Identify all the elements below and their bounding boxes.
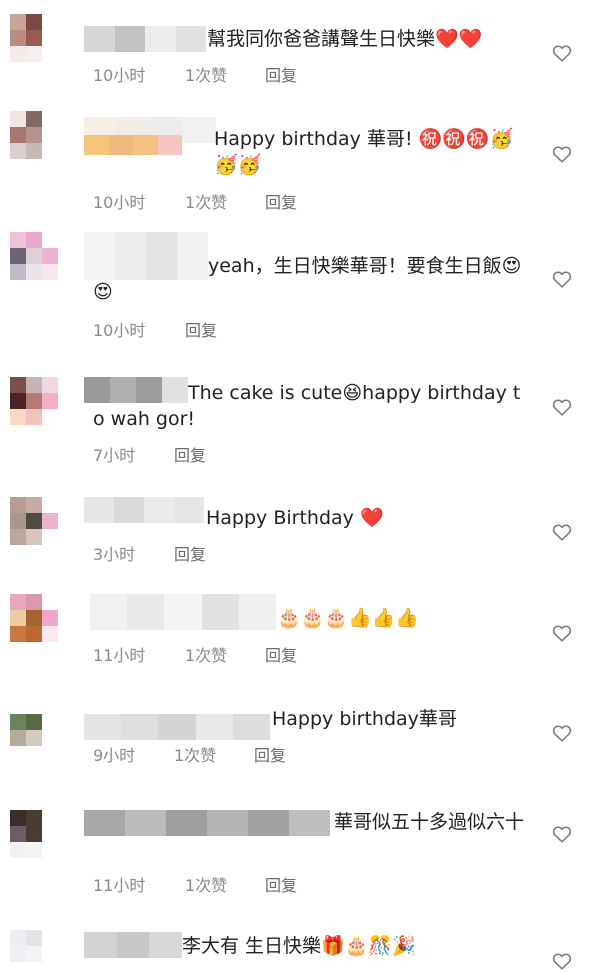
- reply-button[interactable]: 回复: [185, 317, 217, 341]
- reply-button[interactable]: 回复: [265, 642, 297, 666]
- heart-outline-icon[interactable]: [551, 722, 573, 744]
- avatar[interactable]: [10, 497, 58, 545]
- comment-time: 11小时: [93, 876, 146, 895]
- comment-meta: 10小时 回复: [93, 317, 217, 341]
- comment-time: 11小时: [93, 646, 146, 665]
- comment-time: 3小时: [93, 545, 136, 564]
- heart-outline-icon[interactable]: [551, 950, 573, 972]
- avatar[interactable]: [10, 377, 58, 425]
- username-blurred[interactable]: [84, 26, 206, 52]
- comment-text: Happy Birthday ❤️: [206, 507, 384, 529]
- comment-meta: 11小时 1次赞 回复: [93, 872, 297, 896]
- avatar[interactable]: [10, 111, 58, 159]
- comment-text: Happy birthday華哥: [272, 708, 457, 730]
- comment-text: 李大有 生日快樂🎁🎂🎊🎉: [182, 935, 416, 957]
- username-blurred[interactable]: [84, 714, 270, 740]
- comment-meta: 11小时 1次赞 回复: [93, 642, 297, 666]
- comment-meta: 10小时 1次赞 回复: [93, 62, 297, 86]
- avatar[interactable]: [10, 594, 58, 642]
- reply-button[interactable]: 回复: [265, 189, 297, 213]
- avatar[interactable]: [10, 714, 58, 762]
- reply-button[interactable]: 回复: [265, 872, 297, 896]
- heart-outline-icon[interactable]: [551, 521, 573, 543]
- heart-outline-icon[interactable]: [551, 42, 573, 64]
- comment-time: 10小时: [93, 193, 146, 212]
- comment-meta: 7小时 回复: [93, 442, 206, 466]
- heart-outline-icon[interactable]: [551, 622, 573, 644]
- avatar[interactable]: [10, 14, 58, 62]
- comment-text: 幫我同你爸爸講聲生日快樂❤️❤️: [207, 28, 483, 50]
- reply-button[interactable]: 回复: [254, 742, 286, 766]
- like-count: 1次赞: [185, 66, 228, 85]
- avatar[interactable]: [10, 810, 58, 858]
- avatar[interactable]: [10, 232, 58, 280]
- comment-time: 10小时: [93, 321, 146, 340]
- avatar[interactable]: [10, 930, 58, 970]
- like-count: 1次赞: [174, 746, 217, 765]
- like-count: 1次赞: [185, 193, 228, 212]
- like-count: 1次赞: [185, 876, 228, 895]
- comment-text: yeah，生日快樂華哥！要食生日飯😍😍: [93, 255, 522, 303]
- heart-outline-icon[interactable]: [551, 268, 573, 290]
- comment-text: Happy birthday 華哥! ㊗️㊗️㊗️🥳🥳🥳: [214, 128, 514, 176]
- comment-meta: 9小时 1次赞 回复: [93, 742, 286, 766]
- username-blurred[interactable]: [90, 594, 276, 630]
- heart-outline-icon[interactable]: [551, 396, 573, 418]
- comment-time: 10小时: [93, 66, 146, 85]
- username-blurred[interactable]: [84, 135, 182, 155]
- reply-button[interactable]: 回复: [265, 62, 297, 86]
- username-blurred[interactable]: [84, 497, 204, 523]
- comment-text: The cake is cute😆happy birthday to wah g…: [93, 382, 521, 430]
- heart-outline-icon[interactable]: [551, 143, 573, 165]
- like-count: 1次赞: [185, 646, 228, 665]
- username-blurred[interactable]: [84, 932, 182, 958]
- comment-text: 🎂🎂🎂👍👍👍: [277, 607, 419, 629]
- comment-meta: 3小时 回复: [93, 541, 206, 565]
- comment-time: 9小时: [93, 746, 136, 765]
- reply-button[interactable]: 回复: [174, 442, 206, 466]
- reply-button[interactable]: 回复: [174, 541, 206, 565]
- comment-text: 華哥似五十多過似六十: [334, 811, 525, 833]
- heart-outline-icon[interactable]: [551, 823, 573, 845]
- comment-time: 7小时: [93, 446, 136, 465]
- comment-meta: 10小时 1次赞 回复: [93, 189, 297, 213]
